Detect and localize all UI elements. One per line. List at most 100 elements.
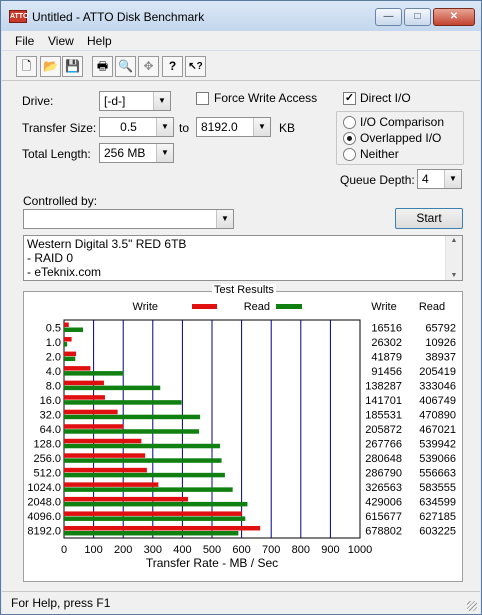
y-tick-label: 128.0 <box>33 439 61 451</box>
start-button[interactable]: Start <box>395 208 463 229</box>
controlled-by-label: Controlled by: <box>23 194 98 208</box>
chevron-down-icon: ▼ <box>216 210 233 228</box>
force-write-checkbox[interactable] <box>196 92 209 105</box>
scroll-down-icon[interactable]: ▼ <box>446 272 462 279</box>
open-icon[interactable]: 📂 <box>40 56 61 77</box>
context-help-icon[interactable]: ↖? <box>185 56 206 77</box>
read-bar <box>64 356 76 362</box>
x-axis-title: Transfer Rate - MB / Sec <box>146 556 278 570</box>
write-bar <box>64 511 242 516</box>
overlapped-io-radio[interactable] <box>343 132 356 145</box>
status-text: For Help, press F1 <box>11 596 111 610</box>
transfer-to-select[interactable]: 8192.0 ▼ <box>196 117 271 137</box>
queue-depth-select[interactable]: 4 ▼ <box>417 169 462 189</box>
read-bar <box>64 458 222 463</box>
new-icon[interactable]: 🗋 <box>16 56 37 77</box>
y-tick-label: 4096.0 <box>27 511 61 523</box>
legend-read-label: Read <box>244 301 270 313</box>
queue-depth-label: Queue Depth: <box>340 173 415 187</box>
read-bar <box>64 371 124 376</box>
total-length-select[interactable]: 256 MB ▼ <box>99 143 174 163</box>
read-bar <box>64 327 84 332</box>
write-column-header: Write <box>371 301 396 313</box>
x-tick-label: 600 <box>232 544 250 556</box>
x-tick-label: 900 <box>321 544 339 556</box>
read-bar <box>64 429 200 434</box>
read-bar <box>64 400 182 405</box>
write-bar <box>64 496 189 502</box>
read-bar <box>64 516 246 521</box>
x-tick-label: 800 <box>292 544 310 556</box>
write-bar <box>64 380 104 386</box>
test-results-panel: Test Results 0 100 200 300 400 500 600 700 800 90… <box>23 284 463 582</box>
read-bar <box>64 501 248 507</box>
notes-scrollbar[interactable]: ▲ ▼ <box>445 236 462 280</box>
maximize-button[interactable]: □ <box>404 8 431 26</box>
read-bar <box>64 487 233 492</box>
transfer-size-label: Transfer Size: <box>22 121 97 135</box>
read-value: 583555 <box>419 482 456 494</box>
read-bar <box>64 342 68 347</box>
legend-read-swatch <box>276 304 302 309</box>
app-window: ATTO Untitled - ATTO Disk Benchmark — □ … <box>0 0 482 615</box>
read-value: 603225 <box>419 526 456 538</box>
y-tick-label: 2.0 <box>46 351 61 363</box>
close-button[interactable]: ✕ <box>433 8 475 26</box>
neither-radio[interactable] <box>343 148 356 161</box>
read-value: 467021 <box>419 424 456 436</box>
x-tick-label: 500 <box>203 544 221 556</box>
y-tick-label: 1.0 <box>46 337 61 349</box>
write-value: 286790 <box>365 468 402 480</box>
transfer-to-value: 8192.0 <box>201 120 238 134</box>
print-icon[interactable]: 🖶 <box>92 56 113 77</box>
write-value: 429006 <box>365 497 402 509</box>
write-value: 678802 <box>365 526 402 538</box>
write-bar <box>64 482 159 487</box>
read-value: 470890 <box>419 409 456 421</box>
main-panel: Drive: [-d-] ▼ Force Write Access ✓ Dire… <box>2 81 480 591</box>
write-bar <box>64 467 147 473</box>
notes-textarea[interactable]: Western Digital 3.5" RED 6TB - RAID 0 - … <box>23 235 463 281</box>
save-icon[interactable]: 💾 <box>62 56 83 77</box>
y-tick-label: 32.0 <box>40 409 61 421</box>
read-bar <box>64 414 201 420</box>
x-tick-label: 100 <box>84 544 102 556</box>
drive-select[interactable]: [-d-] ▼ <box>99 91 171 111</box>
write-bar <box>64 409 118 415</box>
title-bar[interactable]: ATTO Untitled - ATTO Disk Benchmark — □ … <box>1 1 481 31</box>
x-tick-label: 300 <box>144 544 162 556</box>
menu-view[interactable]: View <box>48 34 74 48</box>
chevron-down-icon: ▼ <box>153 92 170 110</box>
y-tick-label: 512.0 <box>33 468 61 480</box>
menu-help[interactable]: Help <box>87 34 112 48</box>
write-value: 326563 <box>365 482 402 494</box>
force-write-label: Force Write Access <box>214 91 318 105</box>
legend-write-swatch <box>192 304 217 309</box>
y-tick-label: 64.0 <box>40 424 61 436</box>
io-comparison-radio[interactable] <box>343 116 356 129</box>
read-value: 539942 <box>419 439 456 451</box>
direct-io-checkbox[interactable]: ✓ <box>343 92 356 105</box>
transfer-from-select[interactable]: 0.5 ▼ <box>99 117 174 137</box>
menu-file[interactable]: File <box>15 34 34 48</box>
read-bar <box>64 472 225 478</box>
scroll-up-icon[interactable]: ▲ <box>446 237 462 244</box>
print-preview-icon[interactable]: 🔍 <box>115 56 136 77</box>
legend-write-label: Write <box>133 301 158 313</box>
write-value: 26302 <box>371 337 402 349</box>
notes-line: - RAID 0 <box>27 251 74 265</box>
write-bar <box>64 322 69 327</box>
move-icon[interactable]: ✥ <box>138 56 159 77</box>
write-bar <box>64 337 72 342</box>
resize-grip-icon[interactable] <box>467 601 477 611</box>
to-label: to <box>179 121 190 135</box>
write-bar <box>64 453 146 458</box>
minimize-button[interactable]: — <box>375 8 402 26</box>
write-value: 280648 <box>365 453 402 465</box>
help-icon[interactable]: ? <box>162 56 183 77</box>
overlapped-io-label: Overlapped I/O <box>360 131 442 145</box>
controlled-by-select[interactable]: ▼ <box>23 209 234 229</box>
kb-label: KB <box>279 121 296 135</box>
y-tick-label: 8.0 <box>46 380 61 392</box>
read-column-header: Read <box>419 301 445 313</box>
